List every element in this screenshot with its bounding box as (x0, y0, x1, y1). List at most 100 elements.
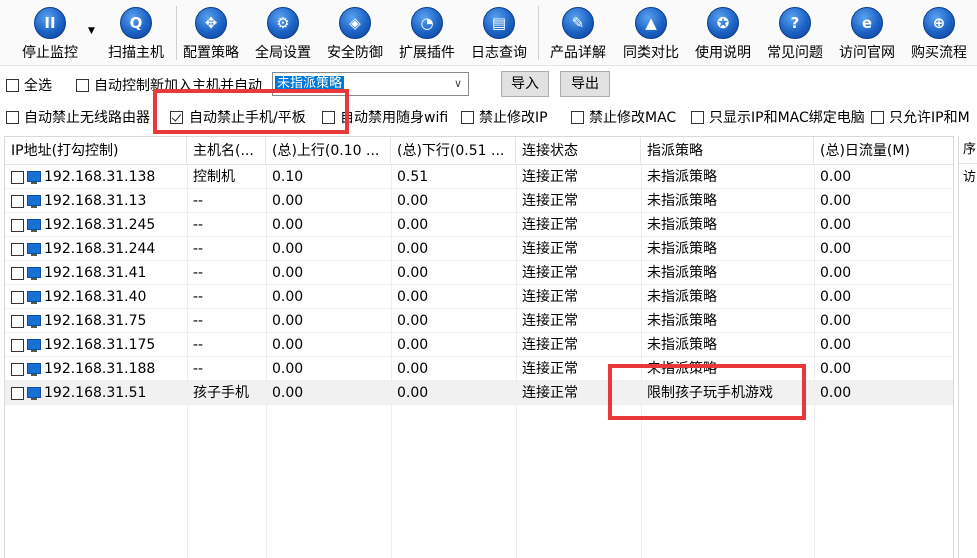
ip-cell: 192.168.31.188 (5, 357, 187, 381)
product-details-button[interactable]: ✎ 产品详解 (544, 4, 612, 62)
purchase-process-button[interactable]: ⊕ 购买流程 (905, 4, 973, 62)
toolbar-label: 扩展插件 (399, 45, 455, 61)
column-header-policy[interactable]: 指派策略 (641, 137, 814, 165)
upload-cell: 0.00 (272, 337, 304, 353)
hostname-cell: -- (193, 289, 204, 305)
row-checkbox[interactable] (11, 362, 24, 376)
shield-icon: ◈ (339, 7, 371, 39)
computer-icon (27, 314, 41, 328)
policy-cell: 未指派策略 (647, 289, 717, 305)
row-checkbox[interactable] (11, 218, 24, 232)
row-checkbox[interactable] (11, 290, 24, 304)
table-row[interactable]: 192.168.31.40 -- 0.00 0.00 连接正常 未指派策略 0.00 (5, 285, 953, 309)
policy-cell: 未指派策略 (647, 193, 717, 209)
log-icon: ▤ (483, 7, 515, 39)
stop-monitor-button[interactable]: II 停止监控 (14, 4, 86, 62)
column-header-hostname[interactable]: 主机名(... (187, 137, 266, 165)
column-header-daily-traffic[interactable]: (总)日流量(M) (814, 137, 953, 165)
show-bound-only-checkbox[interactable] (691, 109, 704, 125)
upload-cell: 0.00 (272, 217, 304, 233)
user-guide-button[interactable]: ✪ 使用说明 (689, 4, 757, 62)
row-checkbox[interactable] (11, 194, 24, 208)
allow-only-ip-mac-label: 只允许IP和M (889, 110, 970, 126)
block-mac-change-checkbox[interactable] (571, 109, 584, 125)
row-checkbox[interactable] (11, 338, 24, 352)
block-wireless-router-checkbox[interactable] (6, 109, 19, 125)
hostname-cell: -- (193, 193, 204, 209)
control-bar: 全选 自动控制新加入主机并自动 未指派策略 ∨ 导入 导出 (0, 70, 977, 100)
row-checkbox[interactable] (11, 266, 24, 280)
allow-only-ip-mac-checkbox[interactable] (871, 109, 884, 125)
column-header-upload[interactable]: (总)上行(0.10 ... (266, 137, 391, 165)
hostname-cell: 孩子手机 (193, 385, 249, 401)
cart-icon: ⊕ (923, 7, 955, 39)
toolbar-label: 配置策略 (183, 45, 239, 61)
extension-plugins-button[interactable]: ◔ 扩展插件 (394, 4, 460, 62)
ip-cell: 192.168.31.13 (5, 189, 187, 213)
table-header: IP地址(打勾控制) 主机名(... (总)上行(0.10 ... (总)下行(… (5, 137, 953, 165)
computer-icon (27, 386, 41, 400)
import-button[interactable]: 导入 (501, 71, 549, 97)
options-bar: 自动禁止无线路由器 自动禁止手机/平板 自动禁用随身wifi 禁止修改IP 禁止… (0, 104, 977, 130)
show-bound-only-label: 只显示IP和MAC绑定电脑 (709, 110, 865, 126)
row-checkbox[interactable] (11, 314, 24, 328)
host-table: IP地址(打勾控制) 主机名(... (总)上行(0.10 ... (总)下行(… (4, 136, 954, 558)
global-settings-button[interactable]: ⚙ 全局设置 (250, 4, 316, 62)
ip-address: 192.168.31.51 (44, 385, 147, 401)
config-policy-button[interactable]: ✥ 配置策略 (178, 4, 244, 62)
row-checkbox[interactable] (11, 242, 24, 256)
award-icon: ✪ (707, 7, 739, 39)
side-panel: 序 访 (958, 136, 977, 558)
export-button[interactable]: 导出 (560, 71, 610, 97)
column-header-ip[interactable]: IP地址(打勾控制) (5, 137, 187, 165)
column-header-status[interactable]: 连接状态 (516, 137, 641, 165)
status-cell: 连接正常 (522, 217, 578, 233)
faq-button[interactable]: ? 常见问题 (761, 4, 829, 62)
table-row[interactable]: 192.168.31.41 -- 0.00 0.00 连接正常 未指派策略 0.00 (5, 261, 953, 285)
computer-icon (27, 194, 41, 208)
ip-address: 192.168.31.138 (44, 169, 156, 185)
toolbar-label: 安全防御 (327, 45, 383, 61)
table-row[interactable]: 192.168.31.13 -- 0.00 0.00 连接正常 未指派策略 0.00 (5, 189, 953, 213)
compare-button[interactable]: ▲ 同类对比 (617, 4, 685, 62)
download-cell: 0.00 (397, 385, 429, 401)
chevron-down-icon: ∨ (453, 77, 462, 90)
upload-cell: 0.00 (272, 193, 304, 209)
toolbar-label: 停止监控 (22, 45, 78, 61)
auto-control-checkbox[interactable] (76, 77, 89, 93)
table-row[interactable]: 192.168.31.175 -- 0.00 0.00 连接正常 未指派策略 0.00 (5, 333, 953, 357)
log-query-button[interactable]: ▤ 日志查询 (466, 4, 532, 62)
toolbar-label: 日志查询 (471, 45, 527, 61)
download-cell: 0.00 (397, 361, 429, 377)
block-ip-change-checkbox[interactable] (461, 109, 474, 125)
ip-cell: 192.168.31.41 (5, 261, 187, 285)
column-header-download[interactable]: (总)下行(0.51 ... (391, 137, 516, 165)
ip-address: 192.168.31.75 (44, 313, 147, 329)
ip-address: 192.168.31.188 (44, 361, 156, 377)
upload-cell: 0.00 (272, 241, 304, 257)
table-row[interactable]: 192.168.31.75 -- 0.00 0.00 连接正常 未指派策略 0.00 (5, 309, 953, 333)
question-icon: ? (779, 7, 811, 39)
status-cell: 连接正常 (522, 193, 578, 209)
toolbar-separator (176, 6, 177, 60)
scan-hosts-button[interactable]: Q 扫描主机 (100, 4, 172, 62)
table-row[interactable]: 192.168.31.138 控制机 0.10 0.51 连接正常 未指派策略 0.00 (5, 165, 953, 189)
main-toolbar: II 停止监控 ▼ Q 扫描主机 ✥ 配置策略 ⚙ 全局设置 ◈ 安全防御 ◔ … (0, 0, 977, 66)
security-defense-button[interactable]: ◈ 安全防御 (322, 4, 388, 62)
table-row[interactable]: 192.168.31.245 -- 0.00 0.00 连接正常 未指派策略 0.00 (5, 213, 953, 237)
chevron-down-icon[interactable]: ▼ (88, 26, 95, 36)
status-cell: 连接正常 (522, 241, 578, 257)
visit-website-button[interactable]: e 访问官网 (833, 4, 901, 62)
ie-browser-icon: e (851, 7, 883, 39)
table-row[interactable]: 192.168.31.51 孩子手机 0.00 0.00 连接正常 限制孩子玩手机游戏 0.… (5, 381, 953, 405)
search-icon: Q (120, 7, 152, 39)
select-all-checkbox[interactable] (6, 77, 19, 93)
toolbar-label: 同类对比 (623, 45, 679, 61)
policy-cell: 未指派策略 (647, 217, 717, 233)
ip-cell: 192.168.31.245 (5, 213, 187, 237)
row-checkbox[interactable] (11, 170, 24, 184)
side-panel-header[interactable]: 序 (959, 136, 977, 164)
table-row[interactable]: 192.168.31.188 -- 0.00 0.00 连接正常 未指派策略 0.00 (5, 357, 953, 381)
row-checkbox[interactable] (11, 386, 24, 400)
table-row[interactable]: 192.168.31.244 -- 0.00 0.00 连接正常 未指派策略 0.00 (5, 237, 953, 261)
